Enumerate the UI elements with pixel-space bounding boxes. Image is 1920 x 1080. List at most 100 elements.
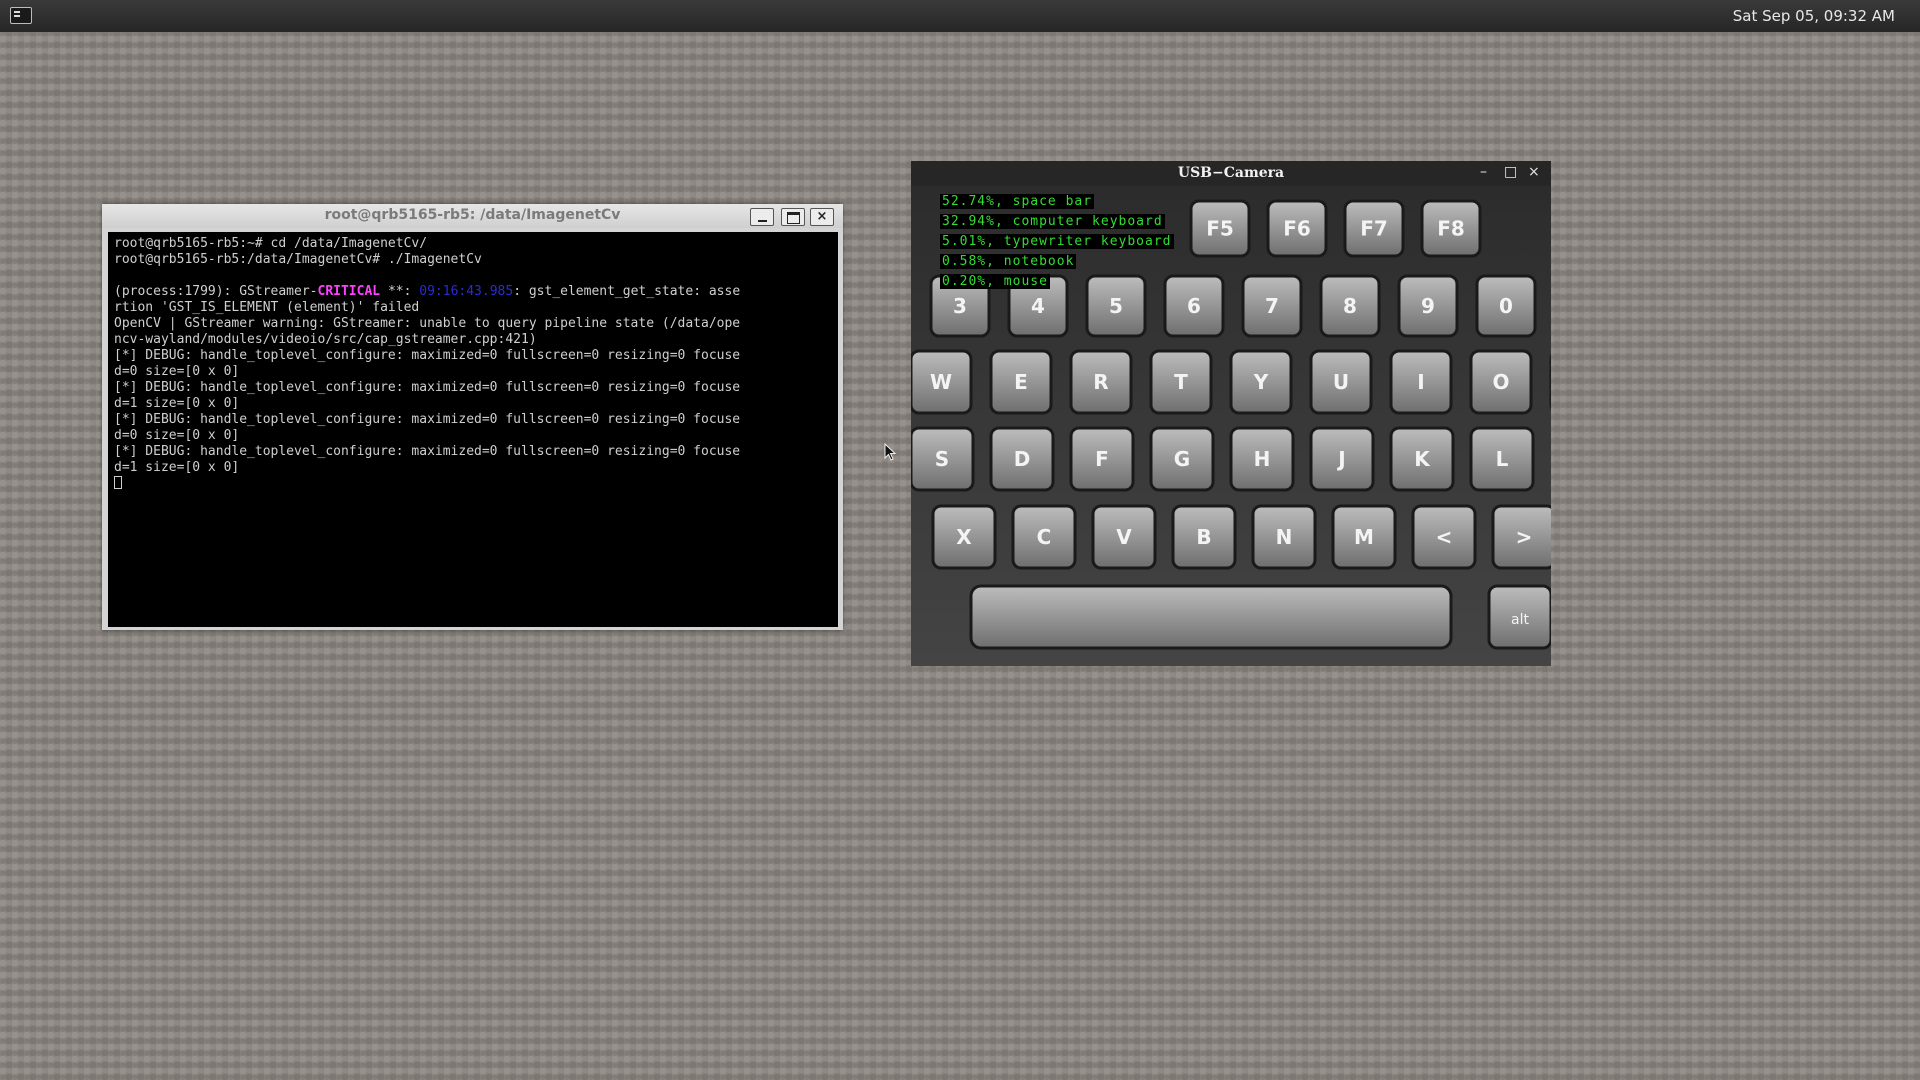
key-label: B: [1196, 525, 1211, 549]
window-title: USB−Camera: [1177, 165, 1285, 181]
key-label: X: [956, 525, 972, 549]
key-label: H: [1254, 447, 1271, 471]
key-label: F7: [1360, 217, 1388, 241]
keyboard-key: V: [1091, 504, 1157, 570]
keyboard-key: <: [1411, 504, 1477, 570]
mouse-pointer-icon: [884, 443, 897, 461]
keyboard-key: K: [1389, 426, 1455, 492]
keyboard-key: 9: [1397, 274, 1459, 338]
prediction-label: 0.58%, notebook: [940, 254, 1077, 269]
key-label: <: [1436, 525, 1453, 549]
close-button[interactable]: ×: [810, 208, 834, 226]
keyboard-key: E: [989, 349, 1053, 415]
terminal-line: (process:1799): GStreamer-CRITICAL **: 0…: [114, 284, 741, 299]
key-label: L: [1496, 447, 1509, 471]
keyboard-key: F6: [1266, 199, 1328, 258]
terminal-line: d=0 size=[0 x 0]: [114, 364, 240, 379]
terminal-icon[interactable]: [10, 7, 32, 24]
keyboard-key: W: [911, 349, 973, 415]
terminal-line: ncv-wayland/modules/videoio/src/cap_gstr…: [114, 332, 537, 347]
key-label: F8: [1437, 217, 1465, 241]
terminal-line: rtion 'GST_IS_ELEMENT (element)' failed: [114, 300, 420, 315]
keyboard-key: B: [1171, 504, 1237, 570]
keyboard-key: L: [1469, 426, 1535, 492]
key-label: W: [930, 370, 952, 394]
keyboard-key: O: [1469, 349, 1533, 415]
key-label: U: [1333, 370, 1349, 394]
keyboard-key: Y: [1229, 349, 1293, 415]
space-bar-key: [969, 584, 1453, 650]
terminal-output[interactable]: root@qrb5165-rb5:~# cd /data/ImagenetCv/…: [108, 232, 838, 627]
key-label: 8: [1343, 294, 1357, 318]
key-label: G: [1174, 447, 1190, 471]
key-label: R: [1093, 370, 1108, 394]
critical-label: CRITICAL: [317, 284, 381, 299]
key-label: 9: [1421, 294, 1435, 318]
keyboard-key: 7: [1241, 274, 1303, 338]
keyboard-key: F7: [1343, 199, 1405, 258]
keyboard-key: F: [1069, 426, 1135, 492]
terminal-line: OpenCV | GStreamer warning: GStreamer: u…: [114, 316, 741, 331]
keyboard-key: F8: [1420, 199, 1482, 258]
terminal-window[interactable]: root@qrb5165-rb5: /data/ImagenetCv × roo…: [102, 204, 843, 630]
key-label: 5: [1109, 294, 1123, 318]
keyboard-key: F5: [1189, 199, 1251, 258]
keyboard-key: H: [1229, 426, 1295, 492]
key-label: O: [1492, 370, 1509, 394]
key-label: 0: [1499, 294, 1513, 318]
key-label: alt: [1511, 612, 1529, 628]
terminal-line: [*] DEBUG: handle_toplevel_configure: ma…: [114, 348, 741, 363]
timestamp: 09:16:43.985: [419, 284, 514, 299]
keyboard-key: U: [1309, 349, 1373, 415]
minimize-button[interactable]: [750, 208, 774, 226]
key-label: 4: [1031, 294, 1045, 318]
key-label: E: [1014, 370, 1028, 394]
camera-titlebar[interactable]: USB−Camera – □ ×: [911, 161, 1551, 186]
key-label: D: [1014, 447, 1031, 471]
keyboard-key: 6: [1163, 274, 1225, 338]
key-label: 7: [1265, 294, 1279, 318]
camera-window[interactable]: USB−Camera – □ × F5 F6 F7 F8 3 4 5 6 7 8 9 0 W E R T Y U I…: [911, 161, 1551, 666]
maximize-button[interactable]: □: [1504, 164, 1517, 180]
keyboard-key: D: [989, 426, 1055, 492]
key-label: C: [1037, 525, 1052, 549]
key-label: 3: [953, 294, 967, 318]
terminal-line: root@qrb5165-rb5:/data/ImagenetCv# ./Ima…: [114, 252, 482, 267]
prediction-label: 0.20%, mouse: [940, 274, 1050, 289]
keyboard-key: I: [1389, 349, 1453, 415]
clock: Sat Sep 05, 09:32 AM: [1732, 7, 1895, 25]
keyboard-key: J: [1309, 426, 1375, 492]
maximize-button[interactable]: [781, 208, 805, 226]
keyboard-key: >: [1491, 504, 1551, 570]
key-label: J: [1336, 447, 1345, 471]
close-button[interactable]: ×: [1528, 164, 1540, 180]
keyboard-key: G: [1149, 426, 1215, 492]
keyboard-key: X: [931, 504, 997, 570]
key-label: F: [1095, 447, 1109, 471]
prediction-label: 52.74%, space bar: [940, 194, 1095, 209]
key-label: K: [1414, 447, 1431, 471]
keyboard-key: 8: [1319, 274, 1381, 338]
key-label: >: [1516, 525, 1533, 549]
key-label: Y: [1253, 370, 1269, 394]
terminal-line: root@qrb5165-rb5:~# cd /data/ImagenetCv/: [114, 236, 428, 251]
key-label: 6: [1187, 294, 1201, 318]
text-cursor: [114, 476, 122, 489]
keyboard-key: R: [1069, 349, 1133, 415]
prediction-label: 5.01%, typewriter keyboard: [940, 234, 1174, 249]
key-label: M: [1354, 525, 1374, 549]
minimize-button[interactable]: –: [1480, 164, 1487, 180]
key-label: N: [1276, 525, 1293, 549]
key-label: F5: [1206, 217, 1234, 241]
key-label: I: [1417, 370, 1424, 394]
keyboard-key: 0: [1475, 274, 1537, 338]
terminal-line: [*] DEBUG: handle_toplevel_configure: ma…: [114, 412, 741, 427]
terminal-titlebar[interactable]: root@qrb5165-rb5: /data/ImagenetCv ×: [102, 204, 843, 228]
key-label: F6: [1283, 217, 1311, 241]
terminal-line: [*] DEBUG: handle_toplevel_configure: ma…: [114, 444, 741, 459]
terminal-line: [*] DEBUG: handle_toplevel_configure: ma…: [114, 380, 741, 395]
keyboard-key: N: [1251, 504, 1317, 570]
terminal-line: d=0 size=[0 x 0]: [114, 428, 240, 443]
key-label: S: [935, 447, 949, 471]
keyboard-key: M: [1331, 504, 1397, 570]
